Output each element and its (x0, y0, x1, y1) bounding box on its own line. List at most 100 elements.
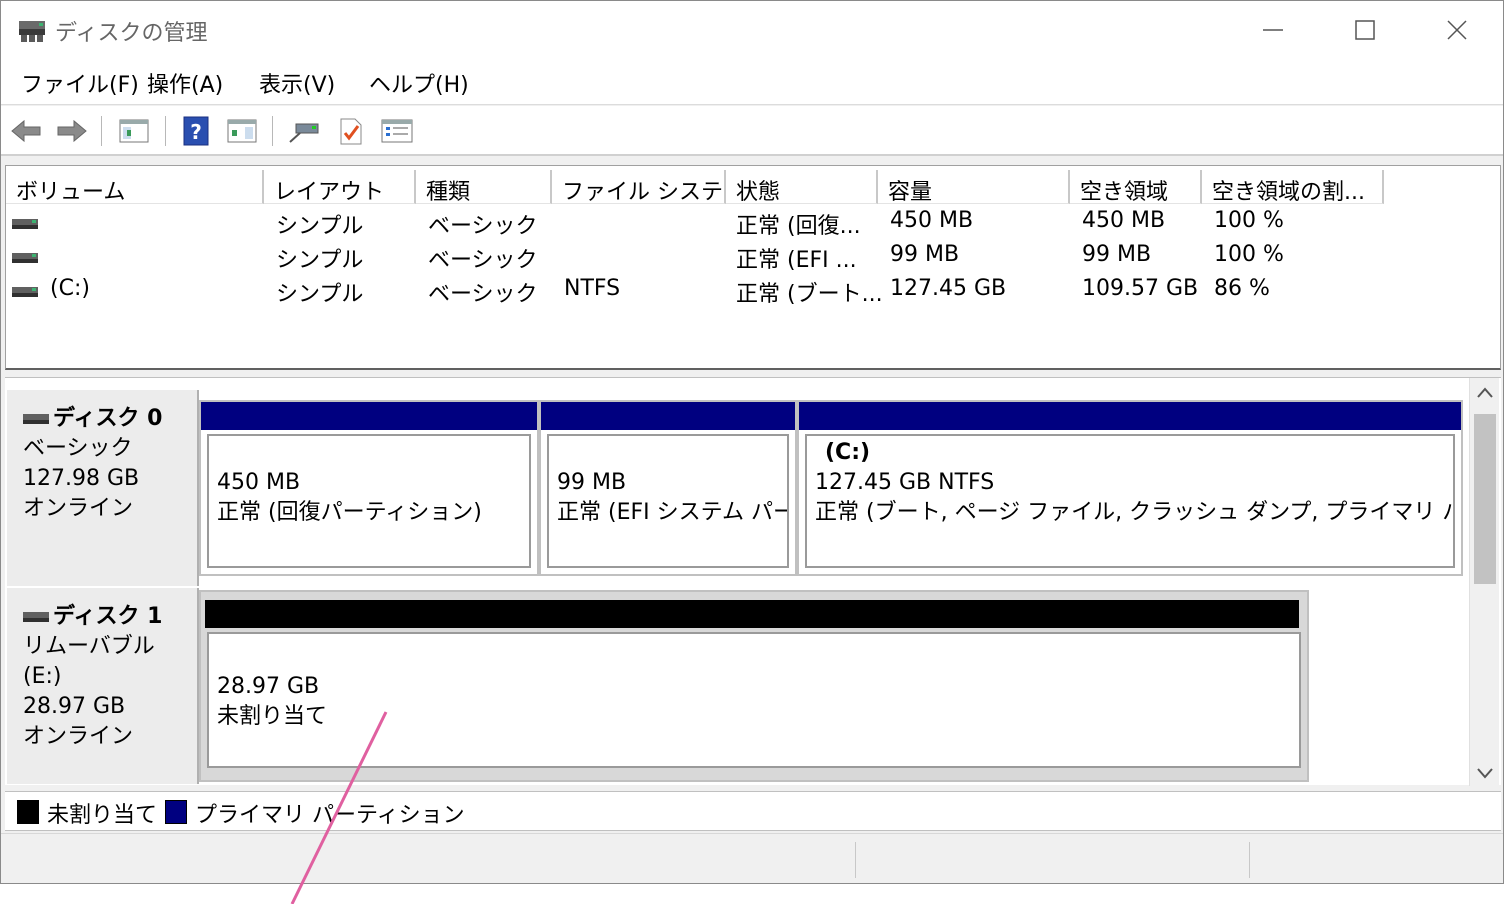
minimize-icon (1263, 29, 1283, 31)
unallocated-space[interactable]: 28.97 GB 未割り当て (199, 590, 1309, 782)
disk-0-title: ディスク 0 (23, 404, 197, 434)
unallocated-body: 28.97 GB 未割り当て (207, 632, 1301, 768)
legend-unallocated-label: 未割り当て (47, 803, 158, 828)
console-tree-icon (119, 119, 149, 143)
partition-size: 127.45 GB NTFS (815, 470, 995, 495)
properties-icon (381, 119, 413, 143)
forward-button[interactable] (56, 115, 88, 147)
volume-capacity: 127.45 GB (890, 276, 1007, 301)
show-action-pane-button[interactable] (226, 115, 258, 147)
partition-recovery[interactable]: 450 MB 正常 (回復パーティション) (199, 400, 539, 576)
menu-view[interactable]: 表示(V) (255, 67, 339, 99)
partition-title: (C:) (825, 440, 871, 465)
disk-1-state: オンライン (23, 724, 134, 749)
action-pane-icon (227, 119, 257, 143)
close-button[interactable] (1411, 1, 1503, 59)
disk-graphical-view: ディスク 0 ベーシック 127.98 GB オンライン 450 MB 正常 (… (5, 377, 1501, 786)
disk-1-name: ディスク 1 (53, 604, 163, 629)
partition-c-drive[interactable]: (C:) 127.45 GB NTFS 正常 (ブート, ページ ファイル, ク… (797, 400, 1463, 576)
toolbar: ? (1, 106, 1503, 156)
help-button[interactable]: ? (180, 115, 212, 147)
partition-body: (C:) 127.45 GB NTFS 正常 (ブート, ページ ファイル, ク… (805, 434, 1455, 568)
volume-free: 450 MB (1082, 208, 1166, 233)
volume-status: 正常 (ブート... (736, 282, 883, 307)
disk-management-window: ディスクの管理 ファイル(F) 操作(A) 表示(V) ヘルプ(H) ? ボリュ… (0, 0, 1504, 884)
drive-icon (12, 219, 38, 229)
partition-bar-primary (541, 402, 795, 430)
partition-status: 正常 (EFI システム パーテ (557, 500, 787, 525)
volume-row[interactable]: シンプル ベーシック 正常 (回復... 450 MB 450 MB 100 % (6, 206, 1500, 240)
disk-icon (23, 612, 49, 622)
svg-text:?: ? (190, 120, 202, 144)
disk-1-size: 28.97 GB (23, 694, 126, 719)
maximize-icon (1355, 20, 1375, 40)
drive-icon (12, 287, 38, 297)
volume-list: ボリューム レイアウト 種類 ファイル システム 状態 容量 空き領域 空き領域… (5, 165, 1501, 370)
volume-capacity: 99 MB (890, 242, 960, 267)
volume-layout: シンプル (276, 248, 364, 273)
disk-0-type: ベーシック (23, 436, 133, 461)
title-bar: ディスクの管理 (1, 1, 1503, 59)
check-button[interactable] (335, 115, 367, 147)
partition-bar-primary (799, 402, 1461, 430)
disk-1-label[interactable]: ディスク 1 リムーバブル (E:) 28.97 GB オンライン (7, 588, 199, 784)
column-header-volume[interactable]: ボリューム (6, 170, 264, 204)
window-title: ディスクの管理 (55, 21, 208, 46)
legend-primary-swatch (165, 800, 187, 824)
volume-layout: シンプル (276, 282, 364, 307)
menu-help[interactable]: ヘルプ(H) (365, 67, 473, 99)
partition-efi[interactable]: 99 MB 正常 (EFI システム パーテ (539, 400, 797, 576)
show-console-tree-button[interactable] (118, 115, 150, 147)
column-header-layout[interactable]: レイアウト (264, 170, 416, 204)
column-header-capacity[interactable]: 容量 (878, 170, 1070, 204)
volume-status: 正常 (回復... (736, 214, 861, 239)
disk-1-type: リムーバブル (E:) (23, 634, 155, 689)
volume-layout: シンプル (276, 214, 364, 239)
toolbar-separator (101, 116, 102, 146)
minimize-button[interactable] (1227, 1, 1319, 59)
properties-button[interactable] (381, 115, 413, 147)
volume-free: 99 MB (1082, 242, 1152, 267)
forward-arrow-icon (57, 119, 87, 143)
scroll-up-icon[interactable] (1476, 386, 1494, 400)
back-button[interactable] (10, 115, 42, 147)
partition-size: 450 MB (217, 470, 301, 495)
vertical-scrollbar[interactable] (1469, 378, 1499, 786)
menu-action[interactable]: 操作(A) (143, 67, 227, 99)
unallocated-status: 未割り当て (217, 704, 328, 729)
disk-0-size: 127.98 GB (23, 466, 140, 491)
disk-management-app-icon (19, 21, 45, 42)
maximize-button[interactable] (1319, 1, 1411, 59)
volume-free-percent: 86 % (1214, 276, 1270, 301)
scrollbar-thumb[interactable] (1474, 414, 1496, 584)
column-header-status[interactable]: 状態 (726, 170, 878, 204)
disk-0-label[interactable]: ディスク 0 ベーシック 127.98 GB オンライン (7, 390, 199, 586)
help-icon: ? (183, 116, 209, 146)
volume-row[interactable]: (C:) シンプル ベーシック NTFS 正常 (ブート... 127.45 G… (6, 274, 1500, 308)
partition-bar-unallocated (205, 600, 1299, 628)
volume-row[interactable]: シンプル ベーシック 正常 (EFI ... 99 MB 99 MB 100 % (6, 240, 1500, 274)
menu-file[interactable]: ファイル(F) (17, 67, 143, 99)
volume-free-percent: 100 % (1214, 242, 1284, 267)
partition-bar-primary (201, 402, 537, 430)
partition-body: 450 MB 正常 (回復パーティション) (207, 434, 531, 568)
connect-disk-button[interactable] (288, 115, 320, 147)
legend-primary-label: プライマリ パーティション (195, 803, 465, 828)
connect-disk-icon (289, 123, 319, 143)
column-header-filesystem[interactable]: ファイル システム (552, 170, 726, 204)
disk-icon (23, 414, 49, 424)
volume-filesystem: NTFS (564, 276, 621, 301)
drive-icon (12, 253, 38, 263)
column-header-type[interactable]: 種類 (416, 170, 552, 204)
volume-free-percent: 100 % (1214, 208, 1284, 233)
toolbar-separator (272, 116, 273, 146)
column-header-free-space[interactable]: 空き領域 (1070, 170, 1202, 204)
volume-free: 109.57 GB (1082, 276, 1199, 301)
close-icon (1447, 20, 1467, 40)
disk-1-title: ディスク 1 (23, 602, 197, 632)
scroll-down-icon[interactable] (1476, 766, 1494, 780)
status-separator (855, 842, 856, 878)
column-header-free-percent[interactable]: 空き領域の割... (1202, 170, 1384, 204)
volume-capacity: 450 MB (890, 208, 974, 233)
disk-0-name: ディスク 0 (53, 406, 163, 431)
